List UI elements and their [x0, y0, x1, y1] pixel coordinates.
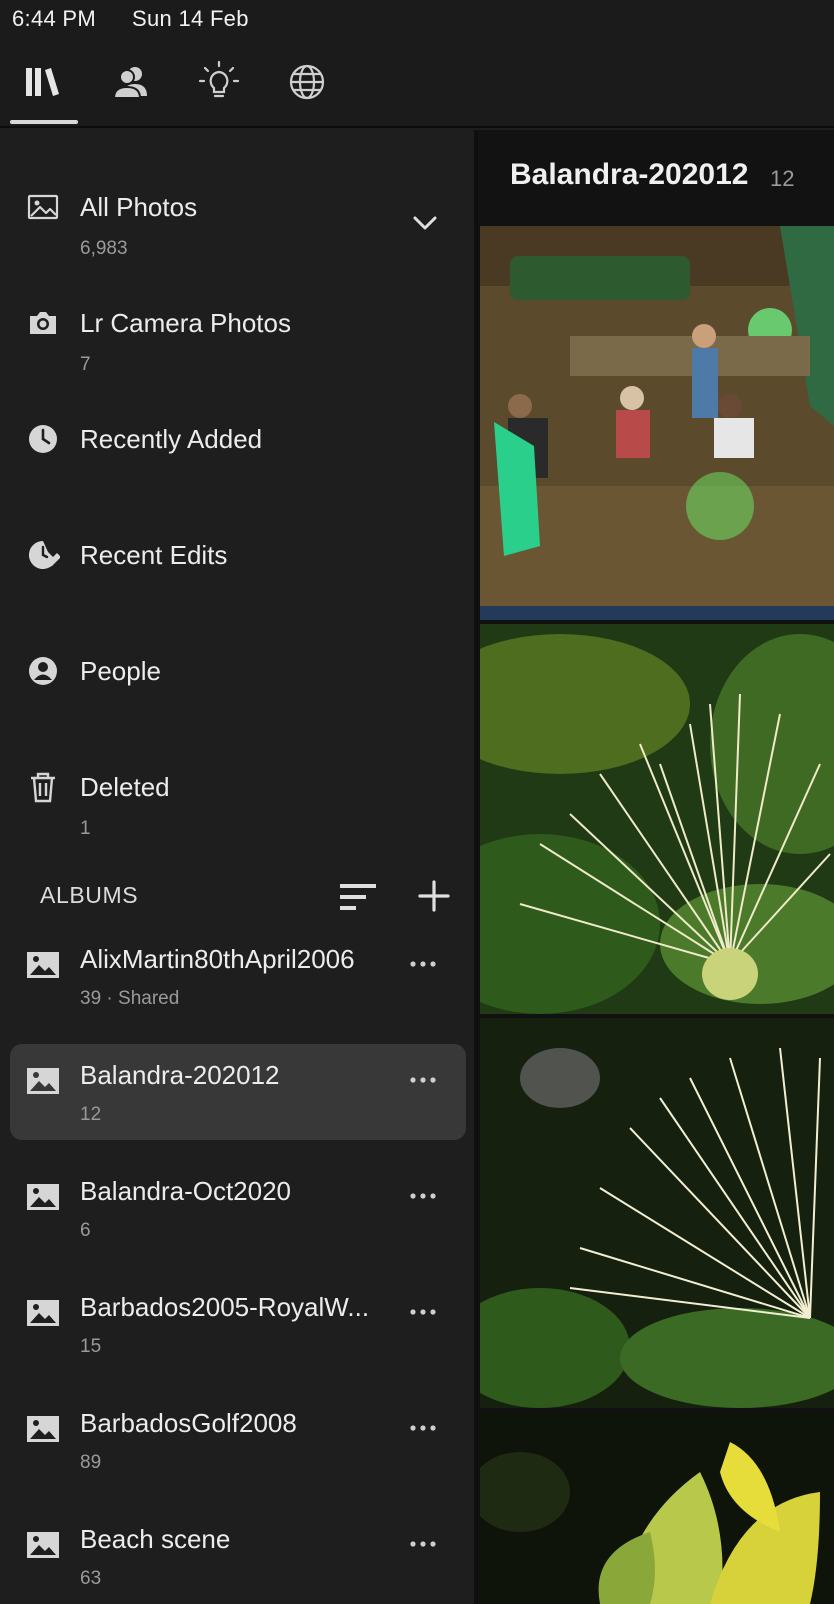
sidebar-item-lr-camera-photos[interactable]: Lr Camera Photos 7	[0, 266, 474, 382]
white-flower-side-photo	[480, 1018, 834, 1408]
photo-thumbnail[interactable]	[480, 1412, 834, 1604]
album-count: 6	[80, 1220, 91, 1241]
album-icon	[26, 950, 60, 980]
sidebar-item-label: Recently Added	[80, 424, 263, 454]
album-icon	[26, 1414, 60, 1444]
sidebar-item-recently-added[interactable]: Recently Added	[0, 382, 474, 498]
album-item[interactable]: Barbados2005-RoyalW... 15	[10, 1276, 466, 1372]
tab-library[interactable]	[16, 58, 70, 106]
album-label: Balandra-202012	[80, 1060, 280, 1090]
more-options-icon[interactable]	[408, 954, 438, 974]
yellow-leaves-photo	[480, 1412, 834, 1604]
album-count: 39 · Shared	[80, 988, 180, 1009]
top-nav	[0, 40, 834, 128]
status-time: 6:44 PM	[12, 6, 97, 31]
sidebar-item-people[interactable]: People	[0, 614, 474, 730]
album-label: Balandra-Oct2020	[80, 1176, 292, 1206]
sidebar-item-all-photos[interactable]: All Photos 6,983	[0, 150, 474, 266]
lightbulb-icon	[198, 60, 240, 98]
tab-people[interactable]	[104, 58, 158, 106]
album-count: 12	[80, 1104, 102, 1125]
person-icon	[26, 654, 60, 688]
status-date: Sun 14 Feb	[132, 6, 249, 31]
album-content-pane: Balandra-202012 12	[478, 130, 834, 1604]
sidebar-item-deleted[interactable]: Deleted 1	[0, 730, 474, 846]
active-tab-indicator	[10, 120, 78, 124]
photo-icon	[26, 190, 60, 224]
album-photo-count: 12	[770, 166, 795, 191]
sidebar-item-count: 6,983	[80, 238, 128, 259]
album-item[interactable]: BarbadosGolf2008 89	[10, 1392, 466, 1488]
sort-icon[interactable]	[338, 880, 378, 914]
albums-header: ALBUMS	[0, 860, 474, 930]
sidebar: All Photos 6,983 Lr Camera Photos 7 Rece…	[0, 130, 474, 1604]
album-count: 89	[80, 1452, 102, 1473]
sidebar-item-label: People	[80, 656, 161, 686]
photo-thumbnail[interactable]	[480, 226, 834, 620]
album-count: 63	[80, 1568, 102, 1589]
album-header: Balandra-202012 12	[478, 130, 834, 226]
sidebar-item-recent-edits[interactable]: Recent Edits	[0, 498, 474, 614]
chevron-down-icon[interactable]	[410, 208, 440, 238]
album-item[interactable]: AlixMartin80thApril2006 39 · Shared	[10, 928, 466, 1024]
sidebar-item-label: Deleted	[80, 772, 170, 802]
sidebar-item-label: All Photos	[80, 192, 198, 222]
album-icon	[26, 1298, 60, 1328]
status-bar: 6:44 PM Sun 14 Feb	[0, 0, 834, 40]
edit-clock-icon	[26, 538, 61, 572]
clock-icon	[26, 422, 60, 456]
album-label: Barbados2005-RoyalW...	[80, 1292, 370, 1322]
album-count: 15	[80, 1336, 102, 1357]
tab-learn[interactable]	[192, 58, 246, 106]
sidebar-item-count: 1	[80, 818, 91, 839]
globe-icon	[289, 64, 325, 100]
album-label: BarbadosGolf2008	[80, 1408, 297, 1438]
sidebar-item-label: Lr Camera Photos	[80, 308, 291, 338]
more-options-icon[interactable]	[408, 1186, 438, 1206]
trash-icon	[26, 770, 60, 804]
album-icon	[26, 1530, 60, 1560]
more-options-icon[interactable]	[408, 1070, 438, 1090]
add-album-icon[interactable]	[416, 878, 452, 914]
more-options-icon[interactable]	[408, 1302, 438, 1322]
album-icon	[26, 1066, 60, 1096]
photo-thumbnail[interactable]	[480, 1018, 834, 1408]
album-label: Beach scene	[80, 1524, 231, 1554]
sidebar-item-label: Recent Edits	[80, 540, 228, 570]
album-label: AlixMartin80thApril2006	[80, 944, 355, 974]
album-title: Balandra-202012	[510, 158, 749, 191]
library-icon	[26, 68, 59, 96]
patio-night-photo	[480, 226, 834, 620]
sidebar-item-count: 7	[80, 354, 91, 375]
album-item[interactable]: Balandra-Oct2020 6	[10, 1160, 466, 1256]
more-options-icon[interactable]	[408, 1534, 438, 1554]
more-options-icon[interactable]	[408, 1418, 438, 1438]
album-icon	[26, 1182, 60, 1212]
album-item-selected[interactable]: Balandra-202012 12	[10, 1044, 466, 1140]
people-icon	[112, 67, 147, 99]
camera-icon	[26, 306, 60, 340]
album-item[interactable]: Beach scene 63	[10, 1508, 466, 1604]
tab-discover[interactable]	[280, 58, 334, 106]
photo-thumbnail[interactable]	[480, 624, 834, 1014]
white-flower-photo	[480, 624, 834, 1014]
albums-title: ALBUMS	[40, 882, 139, 908]
